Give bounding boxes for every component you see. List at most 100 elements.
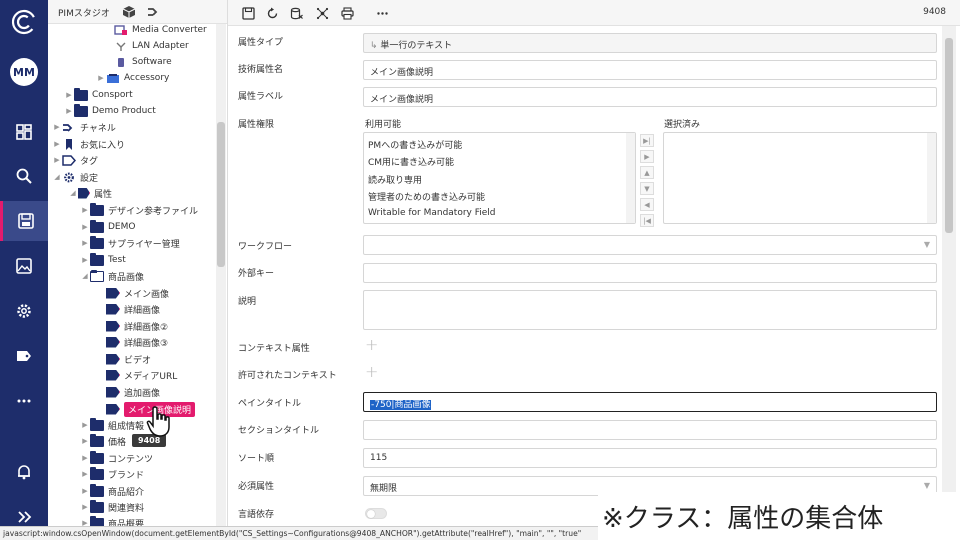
expand-arrow-icon[interactable]: ▶ xyxy=(64,107,74,115)
tree-item[interactable]: ▶ タグ xyxy=(52,152,98,168)
available-list[interactable]: PMへの書き込みが可能 CM用に書き込み可能 読み取り専用 管理者のための書き込… xyxy=(363,132,636,224)
tree-item[interactable]: 追加画像 xyxy=(96,384,160,400)
tree-item[interactable]: ▶ デザイン参考ファイル xyxy=(80,202,198,218)
section-title-input[interactable] xyxy=(363,420,937,440)
tree-item[interactable]: 詳細画像 xyxy=(96,301,160,317)
tree-item[interactable]: ▶ Consport xyxy=(64,87,133,103)
network-icon[interactable] xyxy=(314,5,330,21)
language-dep-toggle[interactable] xyxy=(365,508,387,519)
tree-item[interactable]: ▶ Test xyxy=(80,252,126,268)
tree-item[interactable]: ▶ ブランド xyxy=(80,466,144,482)
selected-list-scrollbar[interactable] xyxy=(927,133,936,223)
tree-item[interactable]: ▶ 価格 xyxy=(80,433,126,449)
expand-arrow-icon[interactable]: ▶ xyxy=(80,503,90,511)
collapse-arrow-icon[interactable]: ◢ xyxy=(68,189,78,197)
tree-item[interactable]: LAN Adapter xyxy=(104,38,189,54)
tech-name-input[interactable]: メイン画像説明 xyxy=(363,60,937,80)
add-allowed-context-icon[interactable]: + xyxy=(365,362,378,381)
expand-arrow-icon[interactable]: ▶ xyxy=(80,223,90,231)
cube-icon[interactable] xyxy=(122,5,136,19)
expand-arrow-icon[interactable]: ▶ xyxy=(80,454,90,462)
list-item[interactable]: Writable for Mandatory Field xyxy=(368,208,496,218)
pane-title-input[interactable]: -750|商品画像 xyxy=(363,392,937,412)
expand-arrow-icon[interactable]: ▶ xyxy=(80,206,90,214)
tree-item[interactable]: ▶ サプライヤー管理 xyxy=(80,235,180,251)
expand-arrow-icon[interactable]: ▶ xyxy=(64,91,74,99)
move-down-icon[interactable]: ▼ xyxy=(640,182,654,195)
tree-item[interactable]: ◢ 属性 xyxy=(68,185,112,201)
channel-icon[interactable] xyxy=(146,5,160,19)
save-icon[interactable] xyxy=(240,5,256,21)
move-all-left-icon[interactable]: |◀ xyxy=(640,214,654,227)
available-list-scrollbar[interactable] xyxy=(626,133,635,223)
save-icon[interactable] xyxy=(0,201,48,241)
expand-arrow-icon[interactable]: ▶ xyxy=(96,74,106,82)
tree-item[interactable]: ▶ 関連資料 xyxy=(80,499,144,515)
chevron-down-icon: ▼ xyxy=(923,481,930,490)
attr-label-input[interactable]: メイン画像説明 xyxy=(363,87,937,107)
tag-icon[interactable] xyxy=(0,336,48,376)
tree-item[interactable]: メディアURL xyxy=(96,367,177,383)
gear-icon[interactable] xyxy=(0,291,48,331)
tree-item[interactable]: 詳細画像③ xyxy=(96,334,168,350)
description-textarea[interactable] xyxy=(363,290,937,330)
move-all-right-icon[interactable]: ▶| xyxy=(640,134,654,147)
tree-item[interactable]: ▶ 組成情報 xyxy=(80,417,144,433)
expand-arrow-icon[interactable]: ▶ xyxy=(80,437,90,445)
expand-arrow-icon[interactable]: ▶ xyxy=(52,123,62,131)
tree-item[interactable]: ▶ 商品紹介 xyxy=(80,483,144,499)
app-logo-icon[interactable] xyxy=(10,8,38,36)
tree-item[interactable]: Software xyxy=(104,54,172,70)
sort-order-input[interactable]: 115 xyxy=(363,448,937,468)
form-scrollbar[interactable] xyxy=(942,26,956,528)
collapse-arrow-icon[interactable]: ◢ xyxy=(80,272,90,280)
expand-arrow-icon[interactable]: ▶ xyxy=(80,239,90,247)
image-icon[interactable] xyxy=(0,246,48,286)
attribute-tag-icon xyxy=(106,353,120,365)
tree-scrollbar-thumb[interactable] xyxy=(217,122,225,267)
add-context-attr-icon[interactable]: + xyxy=(365,335,378,354)
expand-arrow-icon[interactable]: ▶ xyxy=(80,421,90,429)
refresh-icon[interactable] xyxy=(264,5,280,21)
expand-arrow-icon[interactable]: ▶ xyxy=(52,156,62,164)
database-delete-icon[interactable] xyxy=(288,5,304,21)
print-icon[interactable] xyxy=(339,5,355,21)
bell-icon[interactable] xyxy=(0,452,48,492)
more-icon[interactable] xyxy=(374,5,390,21)
list-item[interactable]: 読み取り専用 xyxy=(368,173,422,186)
list-item[interactable]: CM用に書き込み可能 xyxy=(368,155,454,168)
expand-arrow-icon[interactable]: ▶ xyxy=(80,470,90,478)
workflow-select[interactable]: ▼ xyxy=(363,235,937,255)
tree-item[interactable]: ▶ DEMO xyxy=(80,219,135,235)
list-item[interactable]: PMへの書き込みが可能 xyxy=(368,138,462,151)
tree-item[interactable]: ▶ Accessory xyxy=(96,70,169,86)
folder-icon xyxy=(90,466,104,480)
more-icon[interactable] xyxy=(0,381,48,421)
search-icon[interactable] xyxy=(0,156,48,196)
tree-item[interactable]: ▶ チャネル xyxy=(52,119,116,135)
move-left-icon[interactable]: ◀ xyxy=(640,198,654,211)
expand-arrow-icon[interactable]: ▶ xyxy=(80,487,90,495)
foreign-key-input[interactable] xyxy=(363,263,937,283)
tree-item[interactable]: ▶ Demo Product xyxy=(64,103,156,119)
tree-item[interactable]: 詳細画像② xyxy=(96,318,168,334)
tree-item[interactable]: ビデオ xyxy=(96,351,151,367)
move-right-icon[interactable]: ▶ xyxy=(640,150,654,163)
tree-item[interactable]: ▶ コンテンツ xyxy=(80,450,153,466)
dashboard-icon[interactable] xyxy=(0,112,48,152)
tree-item[interactable]: ◢ 商品画像 xyxy=(80,268,144,284)
tree-item[interactable]: ◢ 設定 xyxy=(52,169,98,185)
expand-arrow-icon[interactable]: ▶ xyxy=(52,140,62,148)
collapse-arrow-icon[interactable]: ◢ xyxy=(52,173,62,181)
folder-open-icon xyxy=(90,269,104,282)
expand-arrow-icon[interactable]: ▶ xyxy=(80,256,90,264)
form-scrollbar-thumb[interactable] xyxy=(945,38,953,233)
tree-scrollbar[interactable] xyxy=(216,24,226,528)
tree-item[interactable]: メイン画像 xyxy=(96,285,169,301)
avatar[interactable]: MM xyxy=(10,58,38,86)
tree-item[interactable]: Media Converter xyxy=(104,22,207,38)
move-up-icon[interactable]: ▲ xyxy=(640,166,654,179)
tree-item[interactable]: ▶ お気に入り xyxy=(52,136,125,152)
list-item[interactable]: 管理者のための書き込み可能 xyxy=(368,190,485,203)
selected-list[interactable] xyxy=(663,132,937,224)
